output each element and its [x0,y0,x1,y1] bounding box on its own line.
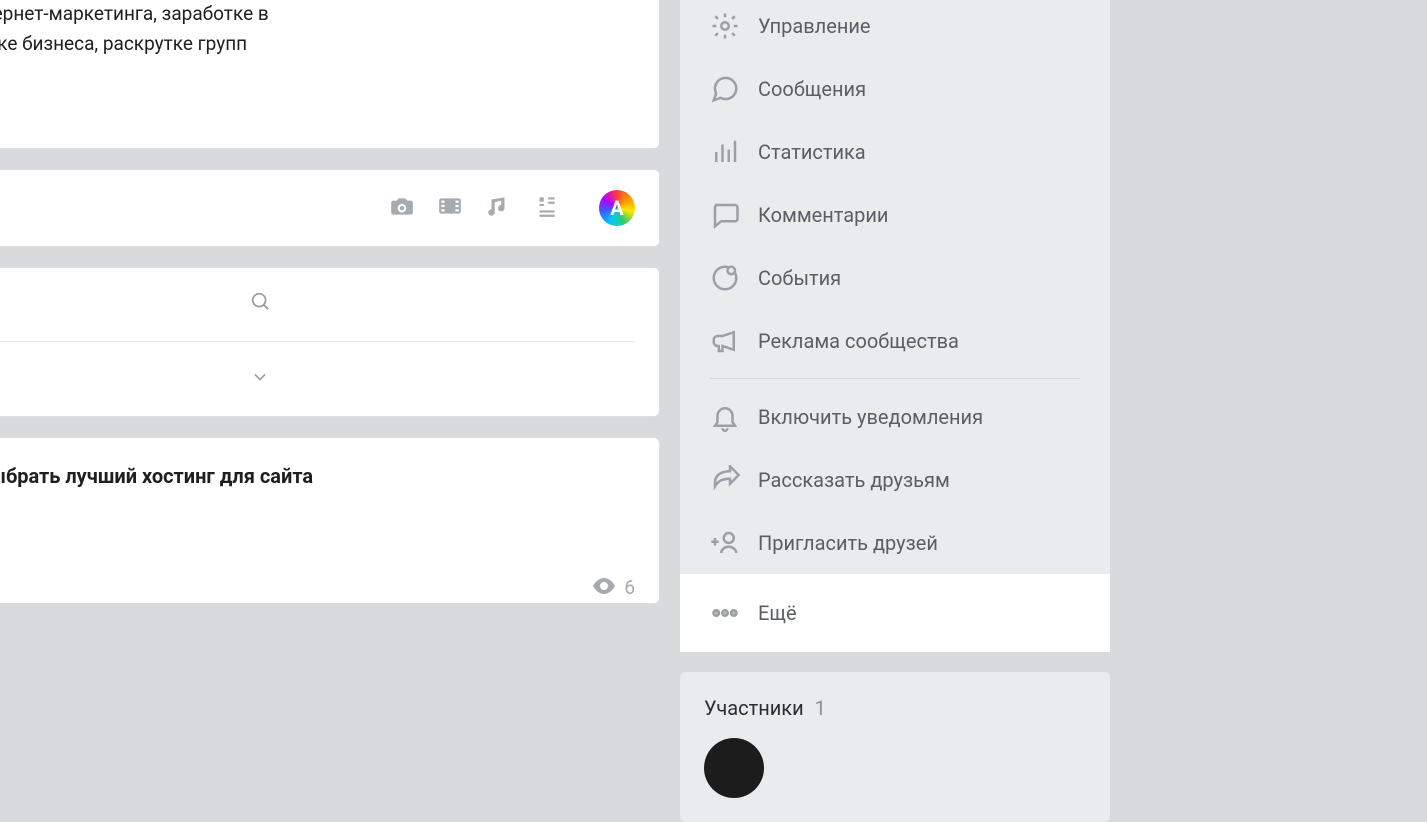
megaphone-icon [710,326,758,356]
menu-label: Сообщения [758,77,866,101]
video-icon[interactable] [437,193,463,223]
menu-label: Реклама сообщества [758,329,959,353]
bell-icon [710,402,758,432]
records-filter-block: бщества ога [0,267,660,417]
chat-icon [710,74,758,104]
views-count: 6 [624,576,635,599]
about-block: трументах интернет-маркетинга, заработке… [0,0,660,149]
menu-item-ads[interactable]: Реклама сообщества [680,309,1110,372]
more-icon [710,598,758,628]
menu-label: Ещё [758,601,797,625]
menu-separator [710,378,1080,379]
members-block[interactable]: Участники 1 [680,672,1110,822]
menu-label: Управление [758,14,871,38]
menu-label: События [758,266,841,290]
admin-menu: Управление Сообщения Статистика Коммента… [680,0,1110,652]
menu-label: Статистика [758,140,866,164]
menu-item-more[interactable]: Ещё [680,574,1110,652]
ai-badge-icon[interactable]: A [599,190,635,226]
about-link[interactable]: ga.ru/ [0,101,635,124]
views-icon [592,576,616,599]
members-count: 1 [815,696,826,720]
filter-title: бщества [0,293,250,317]
stats-icon [710,137,758,167]
post-title[interactable]: такое и как выбрать лучший хостинг для с… [0,462,635,490]
menu-item-invite[interactable]: Пригласить друзей [680,511,1110,574]
menu-item-notify[interactable]: Включить уведомления [680,385,1110,448]
members-title: Участники [704,696,804,720]
post-block: такое и как выбрать лучший хостинг для с… [0,437,660,604]
share-icon [710,465,758,495]
compose-input[interactable] [0,196,389,220]
menu-item-stats[interactable]: Статистика [680,120,1110,183]
comment-icon [710,200,758,230]
menu-label: Комментарии [758,203,888,227]
menu-item-messages[interactable]: Сообщения [680,57,1110,120]
camera-icon[interactable] [389,193,415,223]
about-text: трументах интернет-маркетинга, заработке… [0,0,635,89]
add-user-icon [710,528,758,558]
article-icon[interactable] [533,193,559,223]
chevron-down-icon[interactable] [250,367,635,392]
filter-row-label: ога [0,368,250,391]
compose-block: A [0,169,660,247]
avatar[interactable] [704,738,764,798]
menu-label: Рассказать друзьям [758,468,950,492]
search-icon[interactable] [250,291,635,318]
menu-label: Пригласить друзей [758,531,938,555]
menu-item-manage[interactable]: Управление [680,0,1110,57]
events-icon [710,263,758,293]
menu-label: Включить уведомления [758,405,983,429]
gear-icon [710,11,758,41]
menu-item-events[interactable]: События [680,246,1110,309]
menu-item-share[interactable]: Рассказать друзьям [680,448,1110,511]
menu-item-comments[interactable]: Комментарии [680,183,1110,246]
music-icon[interactable] [485,193,511,223]
compose-attachments: A [389,190,635,226]
